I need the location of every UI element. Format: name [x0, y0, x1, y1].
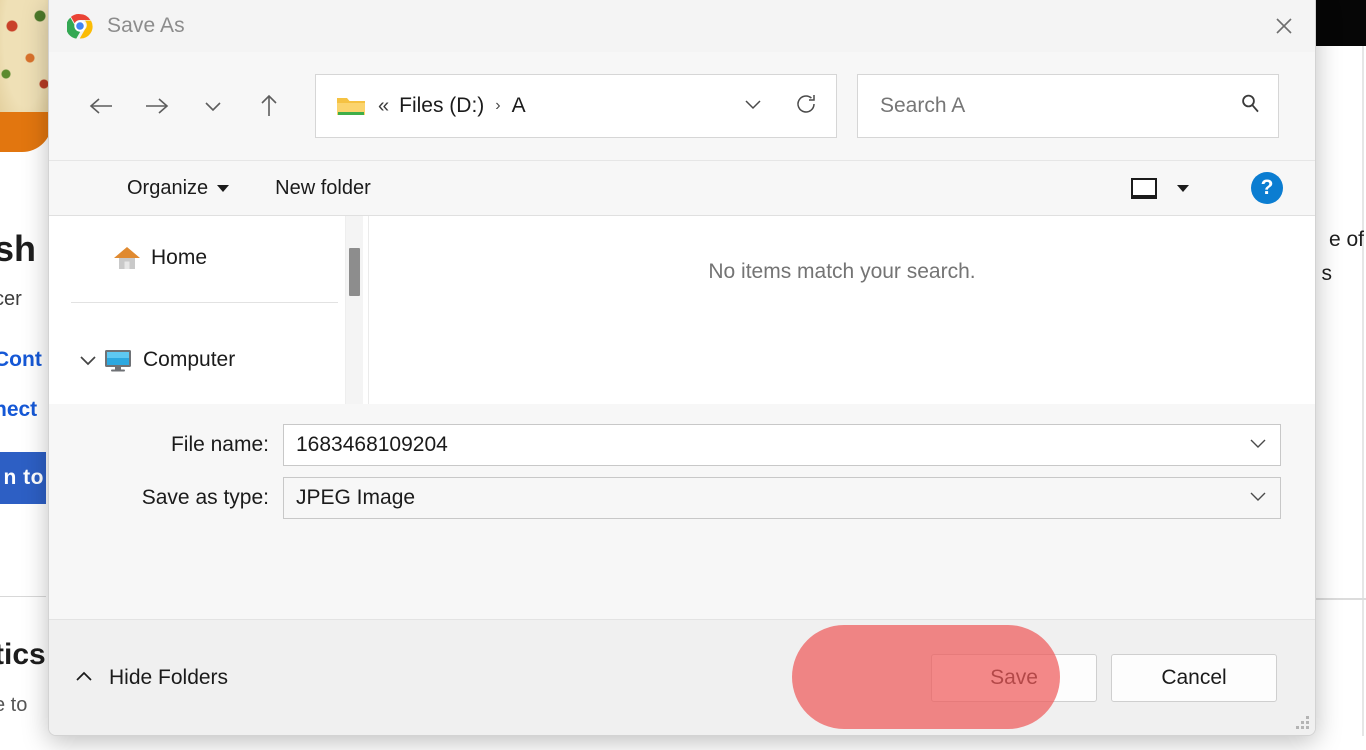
sidebar-divider — [71, 302, 338, 303]
refresh-icon[interactable] — [772, 92, 824, 121]
search-input[interactable] — [880, 94, 1238, 118]
address-chevron-down-icon[interactable] — [734, 96, 772, 117]
background-divider — [0, 596, 46, 597]
chrome-icon — [67, 13, 93, 39]
save-as-type-chevron-down-icon[interactable] — [1240, 489, 1268, 508]
save-form: File name: 1683468109204 Save as type: J… — [49, 404, 1315, 604]
computer-chevron-down-icon[interactable] — [73, 353, 103, 367]
background-right-text-one: e of — [1329, 228, 1364, 252]
folder-icon — [336, 94, 366, 118]
navigation-bar: « Files (D:) › A — [49, 52, 1315, 160]
file-name-row: File name: 1683468109204 — [49, 424, 1315, 466]
resize-grip[interactable] — [1293, 713, 1309, 729]
command-bar: Organize New folder ? — [49, 160, 1315, 216]
organize-caret-down-icon — [217, 185, 229, 192]
close-icon[interactable] — [1253, 0, 1315, 52]
new-folder-button[interactable]: New folder — [275, 177, 371, 200]
back-arrow-icon[interactable] — [73, 84, 129, 128]
file-name-input[interactable]: 1683468109204 — [283, 424, 1281, 466]
sidebar-scrollbar-thumb[interactable] — [349, 248, 360, 296]
dialog-button-group: Save Cancel — [931, 654, 1315, 702]
file-name-label: File name: — [49, 433, 283, 457]
file-list-pane[interactable]: No items match your search. — [369, 216, 1315, 404]
save-as-type-select[interactable]: JPEG Image — [283, 477, 1281, 519]
sidebar-item-home[interactable]: Home — [49, 235, 368, 281]
search-icon[interactable] — [1238, 92, 1262, 121]
forward-arrow-icon[interactable] — [129, 84, 185, 128]
hide-folders-button[interactable]: Hide Folders — [73, 666, 228, 690]
view-mode-icon[interactable] — [1131, 178, 1157, 199]
cancel-button[interactable]: Cancel — [1111, 654, 1277, 702]
save-as-type-row: Save as type: JPEG Image — [49, 477, 1315, 519]
command-bar-right-group: ? — [1131, 172, 1315, 204]
file-name-chevron-down-icon[interactable] — [1240, 436, 1268, 455]
new-folder-label: New folder — [275, 177, 371, 200]
organize-button[interactable]: Organize — [127, 177, 229, 200]
background-link-one[interactable]: Cont — [0, 348, 42, 372]
home-icon — [113, 245, 141, 271]
search-box[interactable] — [857, 74, 1279, 138]
breadcrumb-item-drive[interactable]: Files (D:) — [399, 94, 484, 118]
background-subtext: cer — [0, 288, 22, 311]
save-as-type-label: Save as type: — [49, 486, 283, 510]
browser-area: Home Comput — [49, 216, 1315, 404]
background-right-divider — [1310, 598, 1366, 600]
view-mode-caret-down-icon[interactable] — [1177, 185, 1189, 192]
address-breadcrumb-bar[interactable]: « Files (D:) › A — [315, 74, 837, 138]
breadcrumb-overflow[interactable]: « — [378, 95, 389, 118]
background-dark-banner — [1310, 0, 1366, 46]
sidebar-scrollbar[interactable] — [345, 216, 363, 404]
save-as-type-value: JPEG Image — [296, 486, 1240, 510]
background-right-panel-edge — [1362, 46, 1364, 736]
chevron-up-icon — [73, 666, 95, 690]
dialog-title: Save As — [107, 14, 185, 38]
dialog-titlebar[interactable]: Save As — [49, 0, 1315, 52]
background-link-two[interactable]: nect — [0, 398, 37, 422]
help-icon[interactable]: ? — [1251, 172, 1283, 204]
breadcrumb-item-folder[interactable]: A — [512, 94, 526, 118]
hide-folders-label: Hide Folders — [109, 666, 228, 690]
food-photo — [0, 0, 52, 118]
organize-label: Organize — [127, 177, 208, 200]
recent-locations-chevron-down-icon[interactable] — [185, 84, 241, 128]
sidebar-item-label-computer: Computer — [143, 348, 235, 372]
background-right-text-two: s — [1322, 262, 1333, 286]
dialog-footer: Hide Folders Save Cancel — [49, 619, 1315, 735]
orange-banner — [0, 112, 52, 152]
sidebar-item-computer[interactable]: Computer — [49, 337, 368, 383]
sidebar-item-label-home: Home — [151, 246, 207, 270]
up-arrow-icon[interactable] — [241, 84, 297, 128]
background-heading: sh — [0, 228, 36, 270]
background-cta-button[interactable]: n to — [0, 452, 46, 504]
empty-state-message: No items match your search. — [708, 260, 975, 284]
computer-icon — [103, 348, 133, 372]
background-heading-two: tics — [0, 638, 46, 672]
breadcrumb-separator: › — [495, 97, 500, 115]
file-name-value: 1683468109204 — [296, 433, 1240, 457]
save-as-dialog: Save As — [48, 0, 1316, 736]
background-subtext-two: e to — [0, 694, 27, 717]
save-button[interactable]: Save — [931, 654, 1097, 702]
navigation-pane: Home Comput — [49, 216, 369, 404]
